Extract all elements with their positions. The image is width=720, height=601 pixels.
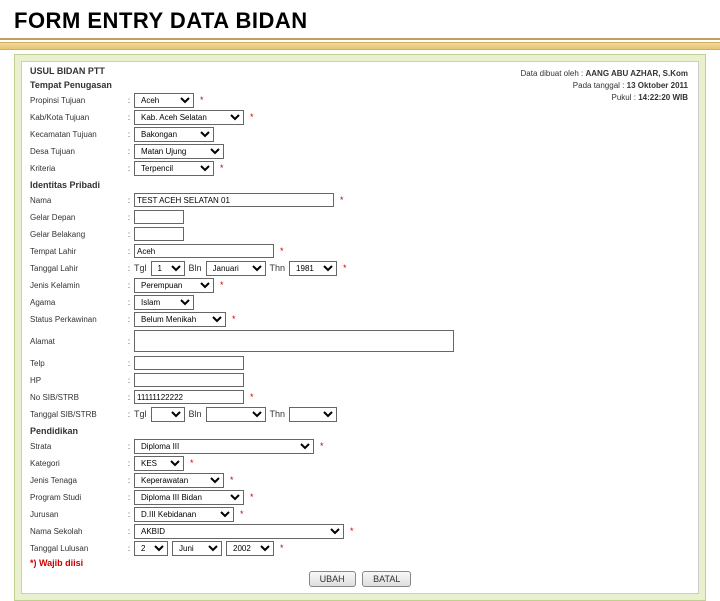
label-sekolah: Nama Sekolah xyxy=(30,527,124,536)
select-lahir-thn[interactable]: 1981 xyxy=(289,261,337,276)
batal-button[interactable]: BATAL xyxy=(362,571,411,587)
label-tgl-sib: Tanggal SIB/STRB xyxy=(30,410,124,419)
input-hp[interactable] xyxy=(134,373,244,387)
label-prodi: Program Studi xyxy=(30,493,124,502)
label-gelar-belakang: Gelar Belakang xyxy=(30,230,124,239)
label-nama: Nama xyxy=(30,196,124,205)
label-jk: Jenis Kelamin xyxy=(30,281,124,290)
meta-time-label: Pukul : xyxy=(612,93,636,102)
meta-time: 14:22:20 WIB xyxy=(638,93,688,102)
select-agama[interactable]: Islam xyxy=(134,295,194,310)
label-tanggal-lahir: Tanggal Lahir xyxy=(30,264,124,273)
label-kriteria: Kriteria xyxy=(30,164,124,173)
select-lulus-bln[interactable]: Juni xyxy=(172,541,222,556)
sublabel-bln: Bln xyxy=(189,263,202,273)
meta-date-label: Pada tanggal : xyxy=(573,81,625,90)
req-icon: * xyxy=(250,492,254,502)
divider xyxy=(0,38,720,40)
req-icon: * xyxy=(232,314,236,324)
label-desa: Desa Tujuan xyxy=(30,147,124,156)
section-pendidikan: Pendidikan xyxy=(30,426,690,436)
input-nama[interactable] xyxy=(134,193,334,207)
input-no-sib[interactable] xyxy=(134,390,244,404)
select-lahir-bln[interactable]: Januari xyxy=(206,261,266,276)
label-status: Status Perkawinan xyxy=(30,315,124,324)
select-jk[interactable]: Perempuan xyxy=(134,278,214,293)
select-strata[interactable]: Diploma III xyxy=(134,439,314,454)
req-icon: * xyxy=(220,163,224,173)
sublabel-bln: Bln xyxy=(189,409,202,419)
select-sekolah[interactable]: AKBID xyxy=(134,524,344,539)
req-icon: * xyxy=(190,458,194,468)
req-icon: * xyxy=(343,263,347,273)
sublabel-thn: Thn xyxy=(270,409,286,419)
section-identitas: Identitas Pribadi xyxy=(30,180,690,190)
sublabel-thn: Thn xyxy=(270,263,286,273)
meta-created-by-label: Data dibuat oleh : xyxy=(521,69,584,78)
req-icon: * xyxy=(320,441,324,451)
select-status[interactable]: Belum Menikah xyxy=(134,312,226,327)
select-lulus-tgl[interactable]: 2 xyxy=(134,541,168,556)
input-telp[interactable] xyxy=(134,356,244,370)
select-sib-tgl[interactable] xyxy=(151,407,185,422)
stripe xyxy=(0,42,720,50)
label-kec: Kecamatan Tujuan xyxy=(30,130,124,139)
required-note: *) Wajib diisi xyxy=(30,558,690,568)
meta-date: 13 Oktober 2011 xyxy=(627,81,688,90)
label-propinsi: Propinsi Tujuan xyxy=(30,96,124,105)
input-tempat-lahir[interactable] xyxy=(134,244,274,258)
req-icon: * xyxy=(350,526,354,536)
select-kab[interactable]: Kab. Aceh Selatan xyxy=(134,110,244,125)
select-sib-bln[interactable] xyxy=(206,407,266,422)
input-gelar-belakang[interactable] xyxy=(134,227,184,241)
label-hp: HP xyxy=(30,376,124,385)
req-icon: * xyxy=(340,195,344,205)
req-icon: * xyxy=(220,280,224,290)
textarea-alamat[interactable] xyxy=(134,330,454,352)
select-jenis-tenaga[interactable]: Keperawatan xyxy=(134,473,224,488)
sublabel-tgl: Tgl xyxy=(134,263,147,273)
req-icon: * xyxy=(240,509,244,519)
ubah-button[interactable]: UBAH xyxy=(309,571,356,587)
label-strata: Strata xyxy=(30,442,124,451)
label-jenis-tenaga: Jenis Tenaga xyxy=(30,476,124,485)
label-telp: Telp xyxy=(30,359,124,368)
label-agama: Agama xyxy=(30,298,124,307)
sublabel-tgl: Tgl xyxy=(134,409,147,419)
page-title: FORM ENTRY DATA BIDAN xyxy=(0,0,720,34)
label-tempat-lahir: Tempat Lahir xyxy=(30,247,124,256)
meta-block: Data dibuat oleh : AANG ABU AZHAR, S.Kom… xyxy=(521,68,688,104)
label-alamat: Alamat xyxy=(30,337,124,346)
button-row: UBAH BATAL xyxy=(30,571,690,587)
req-icon: * xyxy=(280,246,284,256)
req-icon: * xyxy=(250,112,254,122)
select-lulus-thn[interactable]: 2002 xyxy=(226,541,274,556)
label-kategori: Kategori xyxy=(30,459,124,468)
select-kec[interactable]: Bakongan xyxy=(134,127,214,142)
meta-created-by: AANG ABU AZHAR, S.Kom xyxy=(585,69,688,78)
label-kab: Kab/Kota Tujuan xyxy=(30,113,124,122)
form-container: USUL BIDAN PTT Data dibuat oleh : AANG A… xyxy=(14,54,706,601)
req-icon: * xyxy=(280,543,284,553)
label-gelar-depan: Gelar Depan xyxy=(30,213,124,222)
select-jurusan[interactable]: D.III Kebidanan xyxy=(134,507,234,522)
input-gelar-depan[interactable] xyxy=(134,210,184,224)
label-no-sib: No SIB/STRB xyxy=(30,393,124,402)
select-prodi[interactable]: Diploma III Bidan xyxy=(134,490,244,505)
label-lulusan: Tanggal Lulusan xyxy=(30,544,124,553)
req-icon: * xyxy=(200,95,204,105)
select-sib-thn[interactable] xyxy=(289,407,337,422)
select-desa[interactable]: Matan Ujung xyxy=(134,144,224,159)
select-kategori[interactable]: KES xyxy=(134,456,184,471)
req-icon: * xyxy=(230,475,234,485)
select-lahir-tgl[interactable]: 1 xyxy=(151,261,185,276)
select-kriteria[interactable]: Terpencil xyxy=(134,161,214,176)
select-propinsi[interactable]: Aceh xyxy=(134,93,194,108)
label-jurusan: Jurusan xyxy=(30,510,124,519)
req-icon: * xyxy=(250,392,254,402)
form-panel: USUL BIDAN PTT Data dibuat oleh : AANG A… xyxy=(21,61,699,594)
